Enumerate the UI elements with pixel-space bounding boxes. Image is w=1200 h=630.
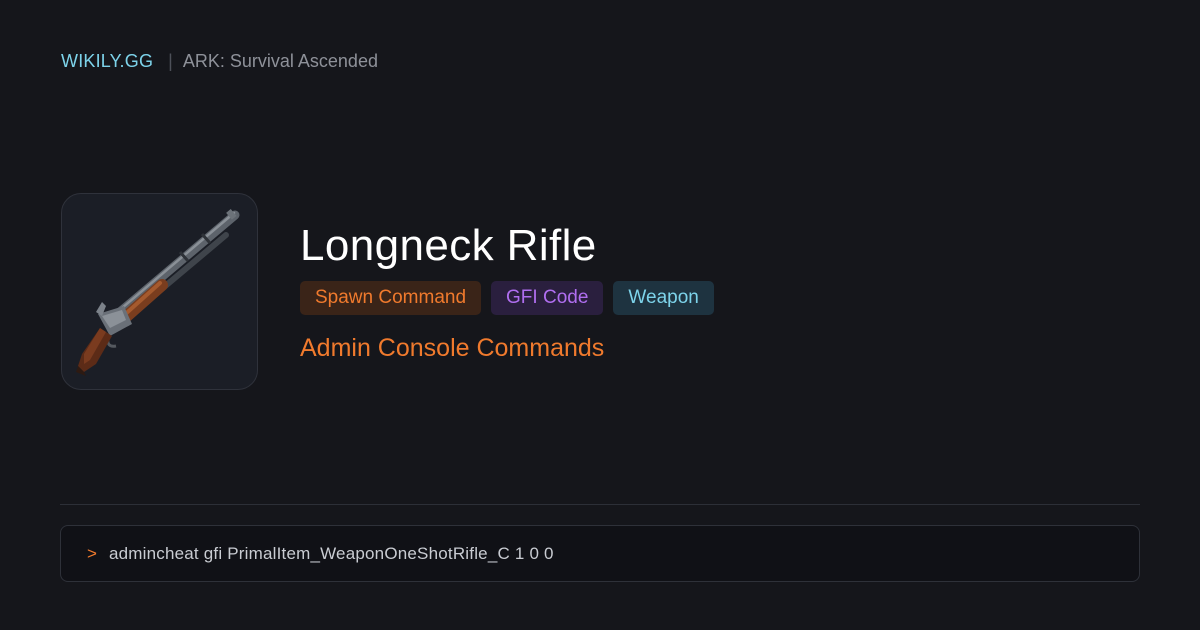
badge-weapon: Weapon: [613, 281, 714, 315]
item-title: Longneck Rifle: [300, 221, 597, 270]
item-image-card: [61, 193, 258, 390]
badge-gfi-code: GFI Code: [491, 281, 604, 315]
site-header: WIKILY.GG | ARK: Survival Ascended: [61, 50, 378, 72]
badge-group: Spawn Command GFI Code Weapon: [300, 281, 714, 315]
command-box[interactable]: > admincheat gfi PrimalItem_WeaponOneSho…: [60, 525, 1140, 582]
longneck-rifle-icon: [76, 209, 240, 376]
prompt-icon: >: [87, 543, 97, 563]
divider: [60, 504, 1140, 505]
header-separator: |: [168, 51, 173, 71]
page-subtitle: Admin Console Commands: [300, 334, 605, 362]
brand-logo-link[interactable]: WIKILY.GG: [61, 50, 153, 72]
command-text[interactable]: admincheat gfi PrimalItem_WeaponOneShotR…: [109, 544, 554, 564]
badge-spawn-command: Spawn Command: [300, 281, 482, 315]
game-name[interactable]: ARK: Survival Ascended: [183, 50, 378, 72]
